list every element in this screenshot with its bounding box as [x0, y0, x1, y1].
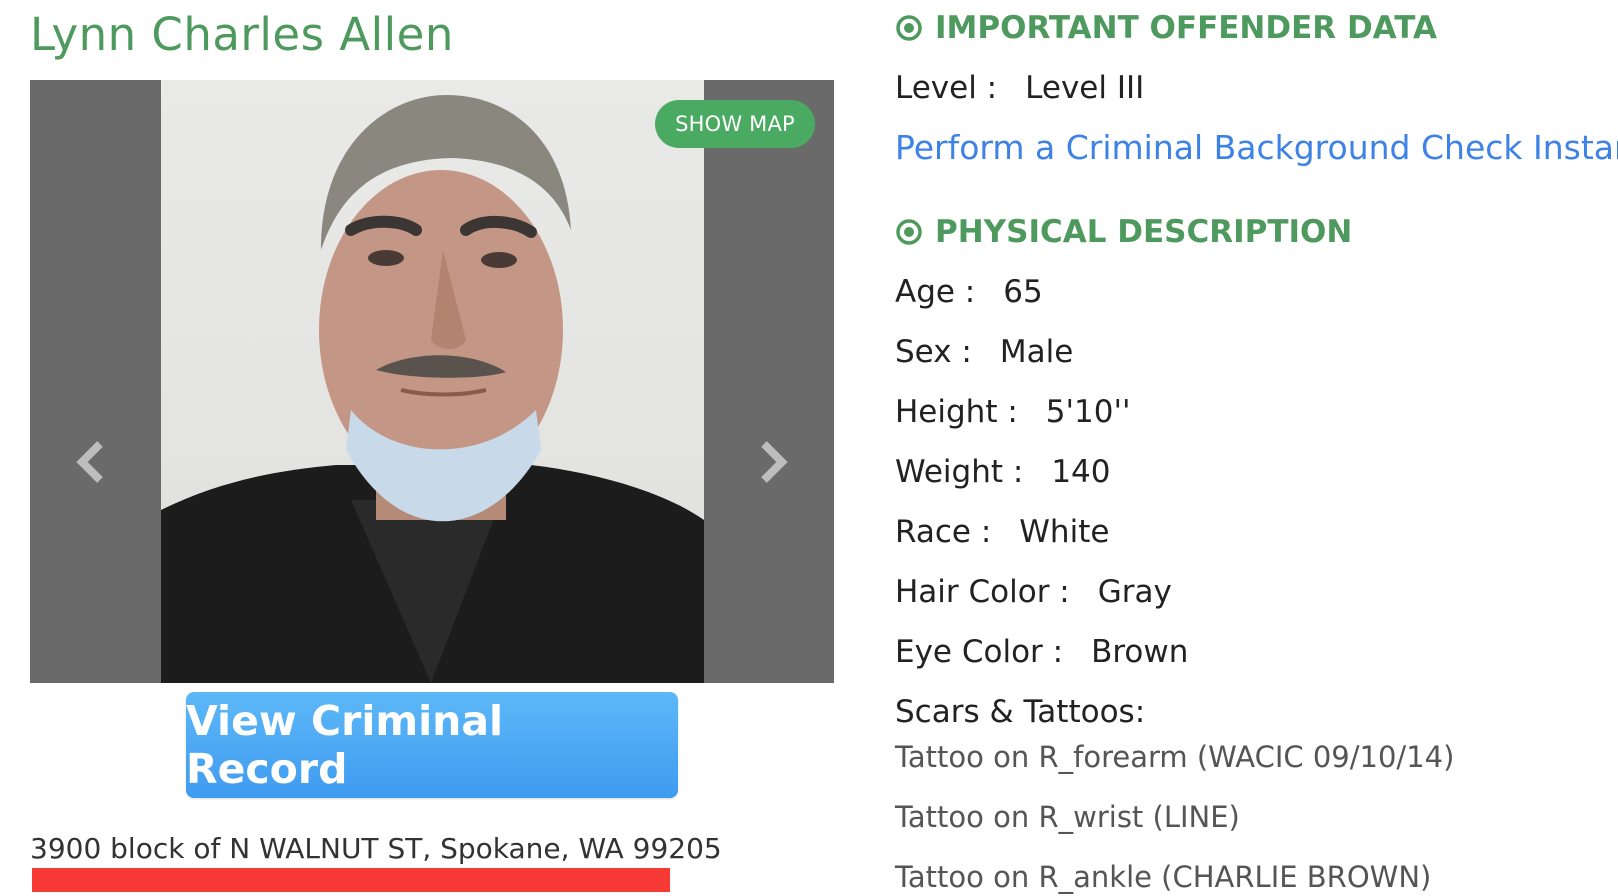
- show-map-button[interactable]: SHOW MAP: [655, 100, 815, 148]
- mugshot-image: [161, 95, 704, 683]
- weight-value: 140: [1051, 454, 1111, 490]
- tattoo-item: Tattoo on R_forearm (WACIC 09/10/14): [895, 740, 1455, 774]
- address-highlight: [32, 868, 670, 892]
- age-label: Age :: [895, 274, 976, 310]
- tattoo-item: Tattoo on R_ankle (CHARLIE BROWN): [895, 860, 1432, 894]
- offender-address: 3900 block of N WALNUT ST, Spokane, WA 9…: [30, 832, 722, 865]
- offender-profile-page: Lynn Charles Allen SHOW MAP View Crimina…: [0, 0, 1618, 896]
- chevron-right-icon[interactable]: [754, 440, 790, 484]
- race-value: White: [1019, 514, 1110, 550]
- background-check-link[interactable]: Perform a Criminal Background Check Inst…: [895, 128, 1618, 167]
- level-row: Level : Level III: [895, 70, 1144, 106]
- level-label: Level :: [895, 70, 998, 106]
- race-row: Race : White: [895, 514, 1109, 550]
- offender-name: Lynn Charles Allen: [30, 8, 454, 61]
- weight-row: Weight : 140: [895, 454, 1110, 490]
- important-data-heading: IMPORTANT OFFENDER DATA: [895, 10, 1437, 46]
- physical-description-heading: PHYSICAL DESCRIPTION: [895, 214, 1352, 250]
- chevron-left-icon[interactable]: [74, 440, 110, 484]
- tattoo-item: Tattoo on R_wrist (LINE): [895, 800, 1240, 834]
- radio-target-icon: [896, 15, 922, 41]
- age-value: 65: [1003, 274, 1043, 310]
- scars-tattoos-label: Scars & Tattoos:: [895, 694, 1146, 730]
- photo-carousel: [30, 80, 834, 683]
- eye-color-value: Brown: [1091, 634, 1189, 670]
- height-value: 5'10'': [1045, 394, 1131, 430]
- level-value: Level III: [1025, 70, 1145, 106]
- important-data-title: IMPORTANT OFFENDER DATA: [935, 10, 1437, 46]
- weight-label: Weight :: [895, 454, 1024, 490]
- hair-color-value: Gray: [1097, 574, 1172, 610]
- offender-photo: [161, 80, 704, 683]
- race-label: Race :: [895, 514, 992, 550]
- hair-color-label: Hair Color :: [895, 574, 1070, 610]
- eye-color-label: Eye Color :: [895, 634, 1064, 670]
- hair-color-row: Hair Color : Gray: [895, 574, 1172, 610]
- physical-description-title: PHYSICAL DESCRIPTION: [935, 214, 1353, 250]
- view-criminal-record-button[interactable]: View Criminal Record: [186, 692, 678, 798]
- radio-target-icon: [896, 219, 922, 245]
- eye-color-row: Eye Color : Brown: [895, 634, 1188, 670]
- age-row: Age : 65: [895, 274, 1043, 310]
- height-row: Height : 5'10'': [895, 394, 1131, 430]
- height-label: Height :: [895, 394, 1018, 430]
- sex-row: Sex : Male: [895, 334, 1073, 370]
- sex-value: Male: [999, 334, 1074, 370]
- sex-label: Sex :: [895, 334, 972, 370]
